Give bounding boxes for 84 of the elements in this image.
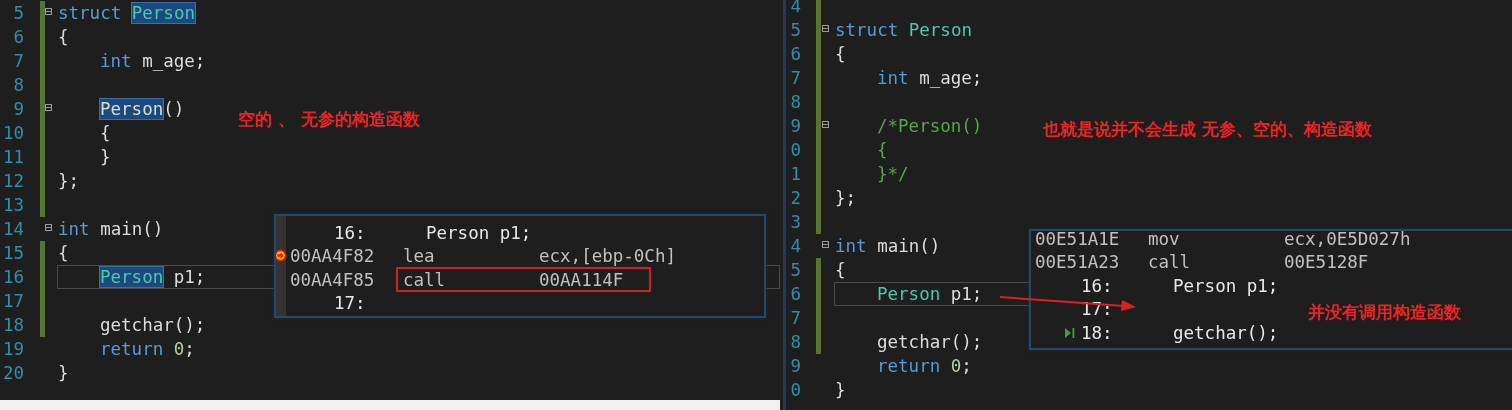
line-number: 12 (1, 171, 24, 191)
code-line: Person p1; (877, 284, 983, 304)
line-number: 6 (789, 284, 801, 304)
code-line: } (58, 363, 69, 383)
address-text: 00E51A23 (1035, 252, 1121, 273)
mnemonic-text: mov (1148, 231, 1181, 249)
annotation-text: 并没有调用构造函数 (1308, 301, 1461, 324)
line-number: 8 (789, 332, 801, 352)
line-number: 18 (1, 315, 24, 335)
line-number: 15 (1, 243, 24, 263)
line-number: 11 (1, 147, 24, 167)
operand-text: 00E5128F (1284, 252, 1369, 273)
mnemonic-text: call (403, 269, 447, 290)
code-line: }*/ (877, 164, 909, 184)
line-number: 13 (1, 195, 24, 215)
line-number: 9 (789, 116, 801, 136)
code-line: { (835, 260, 846, 280)
operand-text: 00AA114F (539, 269, 625, 290)
code-line: }; (835, 188, 857, 208)
line-number: 2 (789, 188, 801, 208)
line-number: 8 (12, 75, 24, 95)
line-number: 6 (789, 44, 801, 64)
line-number: 7 (789, 308, 801, 328)
mnemonic-text: call (1148, 252, 1192, 273)
source-text: Person p1; (426, 222, 532, 243)
address-text: 00AA4F82 (290, 246, 376, 267)
code-line: { (58, 27, 69, 47)
code-line: { (58, 243, 69, 263)
collapse-icon[interactable] (45, 104, 52, 111)
code-line: return 0; (877, 356, 972, 376)
line-number: 9 (12, 99, 24, 119)
code-line: int m_age; (100, 51, 206, 71)
line-number: 5 (789, 260, 801, 280)
line-number: 0 (789, 140, 801, 160)
address-text: 00AA4F85 (290, 269, 376, 290)
line-number: 16: (334, 222, 366, 243)
line-number: 16: (1081, 275, 1113, 296)
operand-text: ecx,0E5D027h (1284, 231, 1411, 249)
line-number: 18: (1081, 322, 1113, 343)
code-line: getchar(); (877, 332, 983, 352)
code-line: } (835, 380, 846, 400)
line-number: 6 (12, 27, 24, 47)
line-number: 7 (789, 68, 801, 88)
line-number: 0 (789, 380, 801, 400)
collapse-icon[interactable] (822, 121, 829, 128)
line-number: 16 (1, 267, 24, 287)
line-number: 7 (12, 51, 24, 71)
code-line: int m_age; (877, 68, 983, 88)
line-number: 3 (789, 212, 801, 232)
line-number: 17: (334, 293, 366, 314)
code-line: int main() (58, 219, 164, 239)
code-line: { (100, 123, 111, 143)
collapse-icon[interactable] (822, 25, 829, 32)
code-line: /*Person() (877, 116, 983, 136)
code-line: struct Person (835, 20, 972, 40)
collapse-icon[interactable] (45, 224, 52, 231)
code-line: } (100, 147, 111, 167)
source-text: getchar(); (1173, 322, 1279, 343)
code-line: { (835, 44, 846, 64)
mnemonic-text: lea (403, 246, 436, 267)
annotation-text: 空的 、 无参的构造函数 (238, 108, 420, 131)
line-number: 10 (1, 123, 24, 143)
annotation-text: 也就是说并不会生成 无参、空的、构造函数 (1043, 118, 1372, 141)
line-number: 8 (789, 92, 801, 112)
source-text: Person p1; (1173, 275, 1279, 296)
code-line: struct Person (58, 3, 195, 23)
collapse-icon[interactable] (822, 241, 829, 248)
code-line: int main() (835, 236, 941, 256)
line-number: 4 (789, 236, 801, 256)
operand-text: ecx,[ebp-0Ch] (539, 246, 676, 267)
line-number: 17 (1, 291, 24, 311)
code-line: }; (58, 171, 80, 191)
line-number: 9 (789, 356, 801, 376)
code-line: return 0; (100, 339, 195, 359)
address-text: 00E51A1E (1035, 231, 1121, 249)
code-line: { (877, 140, 888, 160)
collapse-icon[interactable] (45, 8, 52, 15)
line-number: 5 (12, 3, 24, 23)
code-line: getchar(); (100, 315, 206, 335)
line-number: 1 (789, 164, 801, 184)
line-number: 5 (789, 20, 801, 40)
line-number: 19 (1, 339, 24, 359)
line-number: 14 (1, 219, 24, 239)
line-number: 20 (1, 363, 24, 383)
